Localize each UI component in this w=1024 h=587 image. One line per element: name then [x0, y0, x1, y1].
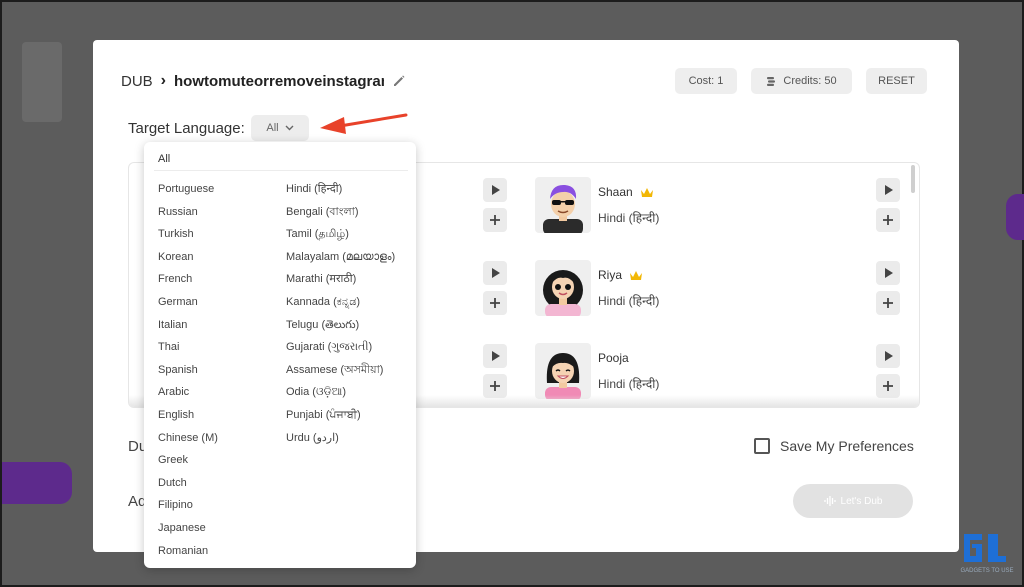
plus-icon [883, 215, 893, 225]
save-preferences-checkbox[interactable] [754, 438, 770, 454]
dropdown-option[interactable]: Tamil (தமிழ்) [286, 227, 395, 250]
dropdown-option[interactable]: French [158, 272, 218, 295]
dropdown-option[interactable]: Telugu (తెలుగు) [286, 318, 395, 341]
dropdown-option-all[interactable]: All [158, 153, 170, 165]
dropdown-option[interactable]: Russian [158, 205, 218, 228]
dropdown-option[interactable]: Chinese (M) [158, 431, 218, 454]
dropdown-option[interactable]: Bengali (বাংলা) [286, 205, 395, 228]
watermark-text: GADGETS TO USE [960, 568, 1013, 574]
dropdown-option[interactable]: Dutch [158, 476, 218, 499]
voice-name: Pooja [598, 351, 629, 365]
play-button[interactable] [483, 178, 507, 202]
reset-label: RESET [878, 75, 915, 87]
gadgets-to-use-logo: GADGETS TO USE [960, 534, 1014, 574]
play-button[interactable] [876, 178, 900, 202]
play-button[interactable] [876, 344, 900, 368]
dropdown-option[interactable]: Gujarati (ગુજરાતી) [286, 340, 395, 363]
dropdown-divider [154, 170, 408, 171]
avatar-pooja [535, 343, 591, 399]
target-language-label: Target Language: [128, 120, 245, 137]
plus-icon [490, 215, 500, 225]
dropdown-option[interactable]: Arabic [158, 385, 218, 408]
add-button[interactable] [876, 291, 900, 315]
background-button [2, 462, 72, 504]
play-icon [884, 268, 893, 278]
annotation-arrow-icon [320, 113, 408, 134]
credits-chip: Credits: 50 [751, 68, 852, 94]
dropdown-option[interactable]: Odia (ଓଡ଼ିଆ) [286, 385, 395, 408]
breadcrumb: DUB › howtomuteorremoveinstagram [121, 72, 406, 90]
play-icon [884, 185, 893, 195]
file-name: howtomuteorremoveinstagram [174, 72, 384, 90]
add-button[interactable] [483, 208, 507, 232]
lets-dub-button[interactable]: Let's Dub [793, 484, 913, 518]
play-button[interactable] [876, 261, 900, 285]
dropdown-option[interactable]: English [158, 408, 218, 431]
crown-icon [640, 187, 653, 197]
play-button[interactable] [483, 261, 507, 285]
lets-dub-label: Let's Dub [840, 495, 883, 507]
dropdown-option[interactable]: Hindi (हिन्दी) [286, 182, 395, 205]
credits-label: Credits: 50 [783, 75, 837, 87]
background-sidebar [22, 42, 62, 122]
scrollbar[interactable] [911, 165, 915, 193]
dropdown-option[interactable]: Portuguese [158, 182, 218, 205]
save-preferences[interactable]: Save My Preferences [754, 438, 914, 454]
dropdown-option[interactable]: Assamese (অসমীয়া) [286, 363, 395, 386]
chevron-right-icon: › [160, 72, 166, 89]
dropdown-option[interactable]: Japanese [158, 521, 218, 544]
dropdown-option[interactable]: Punjabi (ਪੰਜਾਬੀ) [286, 408, 395, 431]
avatar-riya [535, 260, 591, 316]
voice-name: Shaan [598, 185, 654, 199]
voice-name-text: Pooja [598, 351, 629, 365]
add-button[interactable] [876, 208, 900, 232]
voice-name-text: Shaan [598, 185, 633, 199]
voice-language: Hindi (हिन्दी) [598, 294, 660, 308]
dropdown-column-indian: Hindi (हिन्दी) Bengali (বাংলা) Tamil (தம… [286, 182, 395, 453]
dropdown-option[interactable]: German [158, 295, 218, 318]
voice-language: Hindi (हिन्दी) [598, 377, 660, 391]
cost-chip: Cost: 1 [675, 68, 737, 94]
voice-language: Hindi (हिन्दी) [598, 211, 660, 225]
target-language-value: All [266, 122, 279, 134]
plus-icon [490, 381, 500, 391]
dropdown-option[interactable]: Thai [158, 340, 218, 363]
breadcrumb-root[interactable]: DUB [121, 73, 153, 90]
play-icon [491, 268, 500, 278]
dropdown-option[interactable]: Marathi (मराठी) [286, 272, 395, 295]
dropdown-option[interactable]: Turkish [158, 227, 218, 250]
dropdown-option[interactable]: Spanish [158, 363, 218, 386]
dropdown-option[interactable]: Malayalam (മലയാളം) [286, 250, 395, 273]
audio-wave-icon [823, 496, 836, 506]
dropdown-option[interactable]: Italian [158, 318, 218, 341]
play-icon [884, 351, 893, 361]
voice-name: Riya [598, 268, 643, 282]
dropdown-column-international: Portuguese Russian Turkish Korean French… [158, 182, 218, 566]
target-language-select[interactable]: All [251, 115, 309, 141]
language-dropdown: All Portuguese Russian Turkish Korean Fr… [144, 142, 416, 568]
voice-name-text: Riya [598, 268, 623, 282]
play-icon [491, 185, 500, 195]
dropdown-option[interactable]: Filipino [158, 498, 218, 521]
chevron-down-icon [285, 125, 294, 131]
add-button[interactable] [483, 291, 507, 315]
save-preferences-label: Save My Preferences [780, 438, 914, 454]
dropdown-option[interactable]: Urdu (اردو) [286, 431, 395, 454]
coins-icon [767, 76, 776, 86]
dropdown-option[interactable]: Korean [158, 250, 218, 273]
plus-icon [490, 298, 500, 308]
pencil-icon[interactable] [392, 74, 406, 88]
dropdown-option[interactable]: Kannada (ಕನ್ನಡ) [286, 295, 395, 318]
reset-button[interactable]: RESET [866, 68, 927, 94]
background-button-right [1006, 194, 1024, 240]
cost-label: Cost: 1 [688, 75, 724, 87]
crown-icon [630, 270, 643, 280]
plus-icon [883, 298, 893, 308]
plus-icon [883, 381, 893, 391]
dropdown-option[interactable]: Romanian [158, 544, 218, 567]
play-button[interactable] [483, 344, 507, 368]
avatar-shaan [535, 177, 591, 233]
dropdown-option[interactable]: Greek [158, 453, 218, 476]
play-icon [491, 351, 500, 361]
